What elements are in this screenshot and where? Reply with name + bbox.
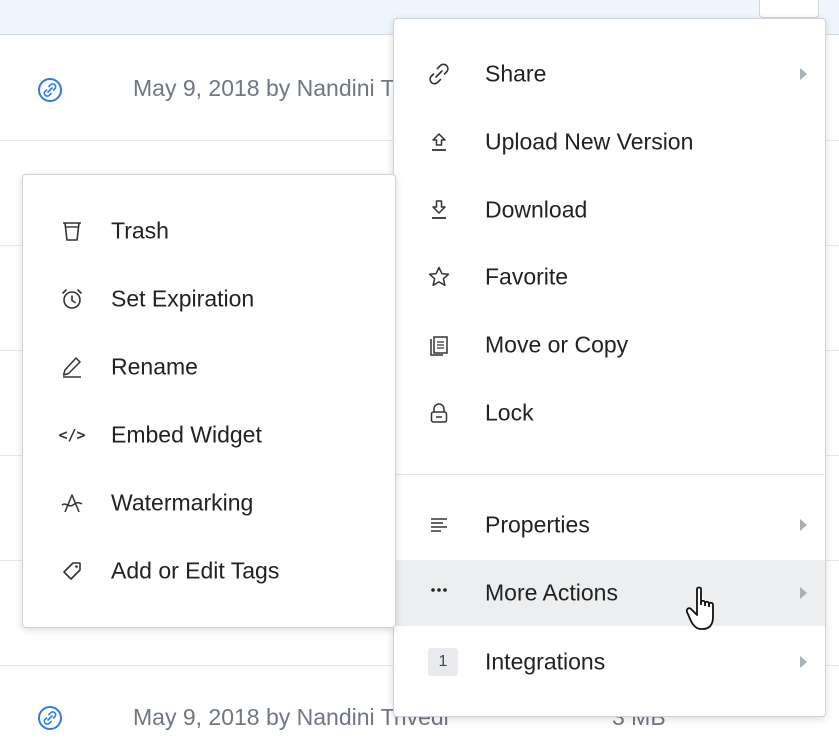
watermark-icon xyxy=(59,490,85,516)
submenu-item-set-expiration[interactable]: Set Expiration xyxy=(23,265,395,333)
lock-icon xyxy=(426,400,452,426)
menu-item-label: Integrations xyxy=(485,648,606,675)
trash-icon xyxy=(59,218,85,244)
properties-icon xyxy=(426,512,452,538)
ellipsis-icon xyxy=(426,580,452,606)
submenu-item-label: Watermarking xyxy=(111,489,254,516)
submenu-item-label: Set Expiration xyxy=(111,285,255,312)
alarm-clock-icon xyxy=(59,286,85,312)
menu-item-integrations[interactable]: 1 Integrations xyxy=(394,629,825,695)
menu-item-properties[interactable]: Properties xyxy=(394,492,825,558)
header-button[interactable] xyxy=(759,0,819,18)
menu-item-favorite[interactable]: Favorite xyxy=(394,244,825,310)
submenu-item-rename[interactable]: Rename xyxy=(23,333,395,401)
download-icon xyxy=(426,197,452,223)
link-icon xyxy=(426,61,452,87)
menu-item-lock[interactable]: Lock xyxy=(394,380,825,446)
menu-item-upload-new-version[interactable]: Upload New Version xyxy=(394,109,825,175)
chevron-right-icon xyxy=(800,587,807,599)
submenu-item-label: Rename xyxy=(111,353,198,380)
star-icon xyxy=(426,264,452,290)
upload-icon xyxy=(426,129,452,155)
menu-divider xyxy=(394,474,825,475)
shared-link-icon xyxy=(38,78,62,102)
chevron-right-icon xyxy=(800,656,807,668)
more-actions-submenu: Trash Set Expiration Rename </> Embed Wi… xyxy=(22,174,396,628)
menu-item-label: Move or Copy xyxy=(485,331,629,358)
menu-item-label: Share xyxy=(485,60,547,87)
menu-item-share[interactable]: Share xyxy=(394,41,825,107)
shared-link-icon xyxy=(38,706,62,730)
submenu-item-add-or-edit-tags[interactable]: Add or Edit Tags xyxy=(23,537,395,605)
menu-item-label: Upload New Version xyxy=(485,128,694,155)
menu-item-label: Lock xyxy=(485,399,534,426)
chevron-right-icon xyxy=(800,519,807,531)
copy-icon xyxy=(426,332,452,358)
submenu-item-embed-widget[interactable]: </> Embed Widget xyxy=(23,401,395,469)
submenu-item-label: Add or Edit Tags xyxy=(111,557,280,584)
hand-cursor-icon xyxy=(685,585,721,638)
menu-item-label: More Actions xyxy=(485,579,618,606)
submenu-item-watermarking[interactable]: Watermarking xyxy=(23,469,395,537)
menu-item-label: Favorite xyxy=(485,263,569,290)
integrations-count-badge: 1 xyxy=(428,648,458,676)
menu-item-label: Properties xyxy=(485,511,590,538)
submenu-item-label: Trash xyxy=(111,217,169,244)
menu-item-label: Download xyxy=(485,196,588,223)
menu-item-download[interactable]: Download xyxy=(394,177,825,243)
code-icon: </> xyxy=(58,426,86,444)
tag-icon xyxy=(59,558,85,584)
pencil-icon xyxy=(59,354,85,380)
chevron-right-icon xyxy=(800,68,807,80)
context-menu: Share Upload New Version Download Favori… xyxy=(393,18,826,717)
submenu-item-trash[interactable]: Trash xyxy=(23,197,395,265)
menu-item-move-or-copy[interactable]: Move or Copy xyxy=(394,312,825,378)
submenu-item-label: Embed Widget xyxy=(111,421,262,448)
menu-item-more-actions[interactable]: More Actions xyxy=(394,560,825,626)
